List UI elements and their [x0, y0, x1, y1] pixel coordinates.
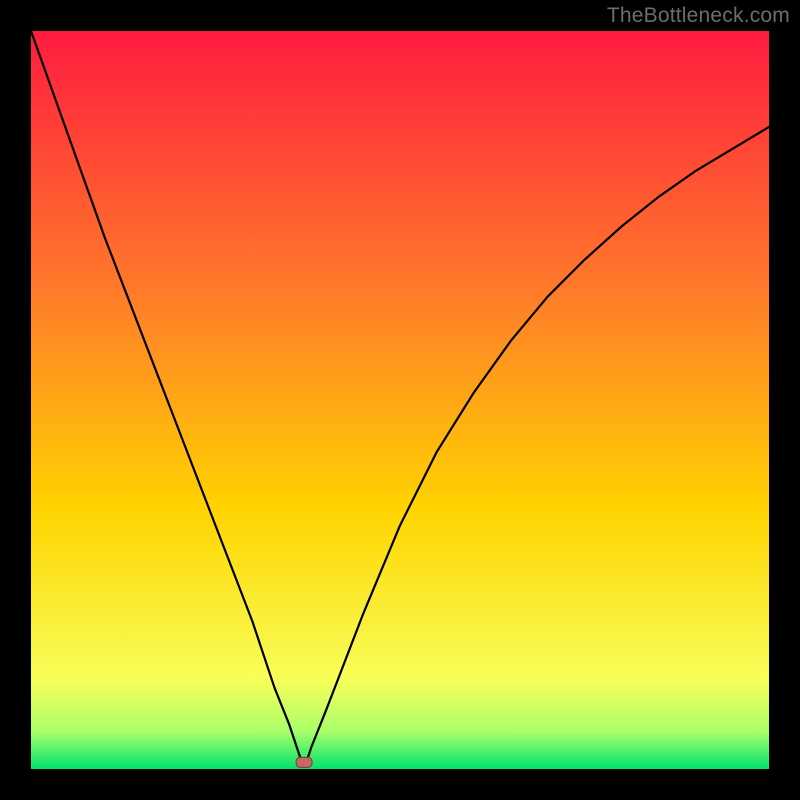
chart-area — [31, 31, 769, 769]
chart-svg — [31, 31, 769, 769]
gradient-background — [31, 31, 769, 769]
minimum-marker — [296, 757, 312, 767]
watermark-text: TheBottleneck.com — [607, 4, 790, 28]
